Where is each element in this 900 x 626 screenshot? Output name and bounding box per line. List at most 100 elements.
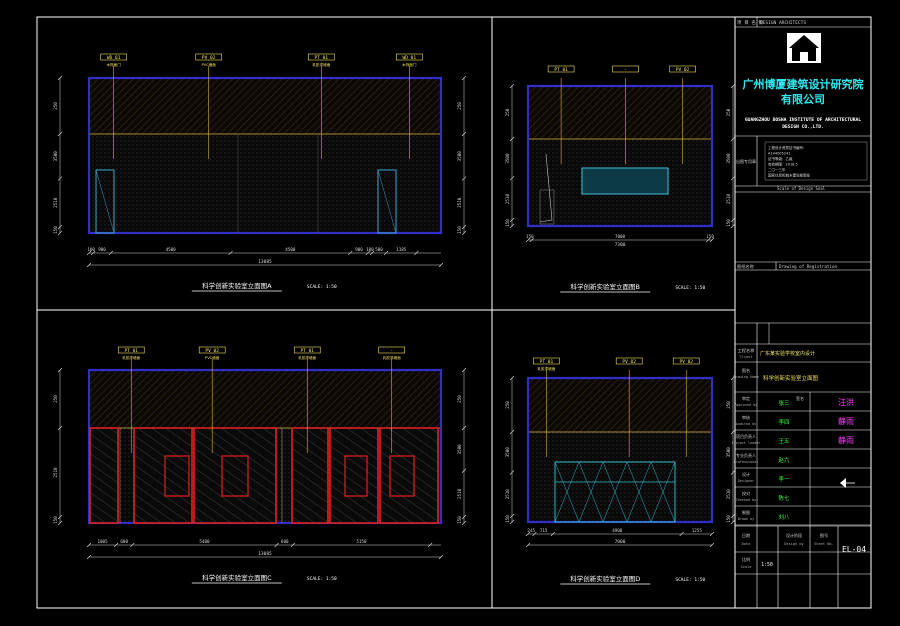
material-tag-code: PT 01	[554, 67, 568, 73]
height-dim-value: 150	[457, 226, 462, 234]
material-tag-code: PV 02	[676, 67, 690, 73]
height-dim-value: 2510	[505, 194, 510, 205]
red-panel-2	[133, 427, 193, 524]
elevation-title: 科学创新实验室立面图A	[202, 281, 272, 290]
height-dim-value: 2510	[53, 197, 58, 208]
seal-text: 工程设计资质证书编号： A144005241证书等级：乙级有效期限：2018.5二…	[768, 145, 810, 178]
drawing-of-label: 图纸名称	[737, 263, 754, 270]
seal-line: 国家住房和城乡建设部颁发	[768, 173, 810, 178]
material-tag-code: PV 02	[679, 359, 693, 365]
segment-dim-value: 600	[281, 539, 289, 544]
project-label-en: Client	[740, 355, 753, 359]
signoff-signature: 汪洪	[838, 397, 854, 407]
signoff-name: 陈七	[778, 494, 790, 502]
company-name-line1: 广州博厦建筑设计研究院	[743, 77, 864, 91]
material-tag-note: 乳胶漆墙面	[298, 355, 316, 360]
company-name-en-line1: GUANGZHOU BOSHA INSTITUTE OF ARCHITECTUR…	[745, 117, 861, 123]
scale-label: 比例	[742, 556, 750, 563]
elevation-scale: SCALE: 1:50	[307, 284, 337, 290]
seal-line: 证书等级：乙级	[768, 156, 793, 161]
stage-label: 设计阶段	[786, 532, 802, 538]
segment-dim-value: 900	[98, 247, 106, 252]
elevation-title: 科学创新实验室立面图C	[202, 573, 272, 582]
height-dim-value: 2510	[505, 489, 510, 500]
drawing-name-label-en: Drawing Name	[733, 375, 759, 379]
elevation-b: PT 01 - PV 02 250 3500 2510 150 250 3500 2510 150 1…	[505, 65, 736, 293]
segment-dim-value: 245	[527, 528, 535, 533]
segment-dim-value: 4900	[612, 528, 623, 533]
signoff-table: 审定Approved by签名张三 汪洪审核Audited by 李四 静雨项目负责人…	[732, 392, 871, 526]
height-dim-value: 250	[457, 102, 462, 110]
cad-sheet: WD 01木饰面门PV 02PVC墙面PT 01乳胶漆墙面WD 01木饰面门25…	[36, 16, 872, 609]
project-label: 工程名称	[738, 347, 755, 354]
material-tag-note: 木饰面门	[402, 62, 417, 67]
height-dim-value: 3500	[505, 153, 510, 164]
height-dim-value: 150	[53, 516, 58, 524]
company-logo	[787, 33, 821, 63]
material-tag-code: PV 02	[205, 348, 219, 354]
seal-note: Scale of Design Seal	[777, 186, 826, 191]
material-tag-note: PVC墙面	[205, 355, 220, 360]
segment-dim-value: 1255	[692, 528, 703, 533]
signoff-label-en: Professional	[734, 460, 759, 464]
segment-dim-value: 4500	[285, 247, 296, 252]
seal-line: 二〇一三年	[768, 167, 786, 172]
signoff-label: 项目负责人	[736, 433, 756, 439]
segment-dim-value: 5400	[199, 539, 210, 544]
segment-dim-value: 600	[120, 539, 128, 544]
red-panel-5	[329, 427, 379, 524]
height-dim-value: 2510	[53, 467, 58, 478]
signoff-label: 专业负责人	[736, 452, 756, 458]
company-name-en-line2: DESIGN CO.,LTD.	[782, 124, 824, 130]
drawing-name-value: 科学创新实验室立面图	[763, 374, 819, 382]
title-block-header-right: DESIGN ARCHITECTS	[760, 20, 806, 26]
segment-dim-value: 4500	[166, 247, 177, 252]
segment-dim-value: 100	[366, 247, 374, 252]
overall-dim-value: 7000	[615, 539, 626, 545]
height-dim-value: 250	[53, 102, 58, 110]
arrow-icon	[840, 478, 846, 488]
sheet-no-label: 图号	[820, 533, 828, 539]
signoff-signature: 静雨	[838, 416, 854, 426]
overall-dim-value: 7300	[615, 242, 626, 248]
signoff-label: 校对	[742, 490, 750, 496]
signoff-name: 李一	[778, 475, 790, 483]
material-tag-code: PV 02	[202, 55, 216, 61]
elevation-scale: SCALE: 1:50	[675, 577, 705, 583]
project-value: 广东某实验学校室内设计	[760, 350, 815, 357]
height-dim-value: 2510	[726, 489, 731, 500]
height-dim-value: 250	[53, 395, 58, 403]
segment-dim-value: 1005	[98, 539, 109, 544]
material-tag-code: PT 01	[124, 348, 138, 354]
material-tag-note: 乳胶漆墙面	[312, 62, 330, 67]
material-tag-code: PV 02	[622, 359, 636, 365]
segment-dim-value: 715	[540, 528, 548, 533]
segment-dim-value: 1185	[396, 247, 407, 252]
signoff-label: 审核	[742, 414, 750, 420]
material-tag-note: 木饰面门	[106, 62, 121, 67]
date-label-en: Date	[742, 542, 751, 546]
red-panel-6	[379, 427, 439, 524]
height-dim-value: 150	[726, 219, 731, 227]
height-dim-value: 250	[457, 395, 462, 403]
material-tag-note: 乳胶漆墙面	[122, 355, 140, 360]
height-dim-value: 150	[505, 219, 510, 227]
elevation-a: WD 01木饰面门PV 02PVC墙面PT 01乳胶漆墙面WD 01木饰面门25…	[53, 53, 467, 292]
material-tag-note: 乳胶漆墙面	[537, 366, 555, 371]
date-label: 日期	[742, 533, 750, 539]
height-dim-value: 250	[505, 108, 510, 116]
elevation-d: PT 01乳胶漆墙面 PV 02 PV 02 250 3500 2510 150 250 350…	[505, 357, 736, 585]
segment-dim-value: 900	[355, 247, 363, 252]
overall-dim-value: 13085	[258, 259, 272, 265]
segment-dim-value: 150	[706, 234, 714, 239]
signoff-name: 李四	[778, 418, 789, 426]
signoff-label: 审定	[742, 395, 750, 401]
red-panel-4	[291, 427, 329, 524]
height-dim-value: 150	[505, 515, 510, 523]
signoff-label-en: Approved by	[735, 403, 757, 407]
height-dim-value: 3500	[726, 447, 731, 458]
material-tag-note: 乳胶漆墙面	[383, 355, 401, 360]
seal-line: 工程设计资质证书编号：	[768, 145, 807, 150]
segment-dim-value: 100	[87, 247, 95, 252]
material-tag-code: PT 01	[540, 359, 554, 365]
